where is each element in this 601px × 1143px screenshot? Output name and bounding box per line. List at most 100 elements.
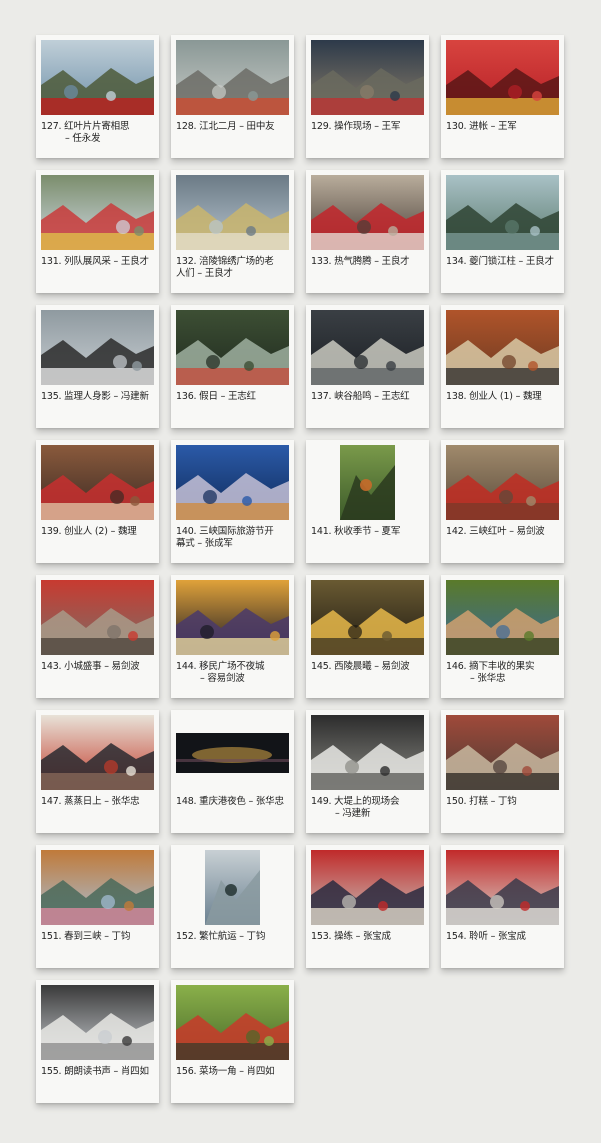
caption-line-1: 141. 秋收季节 – 夏军 (311, 526, 401, 537)
photo-icon (446, 310, 559, 385)
photo-caption: 139. 创业人 (2) – 魏理 (41, 526, 154, 538)
photo-thumbnail[interactable] (446, 310, 559, 385)
photo-thumbnail[interactable] (41, 40, 154, 115)
caption-line-2: 人们 – 王良才 (176, 268, 233, 279)
photo-thumbnail[interactable] (41, 715, 154, 790)
photo-card[interactable]: 149. 大堤上的现场会 – 冯建新 (306, 710, 429, 833)
photo-card[interactable]: 145. 西陵晨曦 – 易剑波 (306, 575, 429, 698)
photo-thumbnail[interactable] (176, 850, 289, 925)
photo-card[interactable]: 138. 创业人 (1) – 魏理 (441, 305, 564, 428)
caption-line-1: 150. 打糕 – 丁钧 (446, 796, 517, 807)
photo-card[interactable]: 150. 打糕 – 丁钧 (441, 710, 564, 833)
photo-card[interactable]: 141. 秋收季节 – 夏军 (306, 440, 429, 563)
photo-card[interactable]: 128. 江北二月 – 田中友 (171, 35, 294, 158)
photo-thumbnail[interactable] (176, 715, 289, 790)
photo-caption: 151. 春到三峡 – 丁钧 (41, 931, 154, 943)
photo-card[interactable]: 146. 摘下丰收的果实 – 张华忠 (441, 575, 564, 698)
caption-line-1: 137. 峡谷船鸣 – 王志红 (311, 391, 410, 402)
photo-thumbnail[interactable] (311, 445, 424, 520)
photo-caption: 150. 打糕 – 丁钧 (446, 796, 559, 808)
photo-thumbnail[interactable] (311, 850, 424, 925)
caption-line-2: 幕式 – 张成军 (176, 538, 233, 549)
photo-icon (41, 40, 154, 115)
photo-card[interactable]: 131. 列队展风采 – 王良才 (36, 170, 159, 293)
photo-card[interactable]: 137. 峡谷船鸣 – 王志红 (306, 305, 429, 428)
photo-icon (41, 445, 154, 520)
photo-caption: 137. 峡谷船鸣 – 王志红 (311, 391, 424, 403)
photo-icon (41, 715, 154, 790)
photo-thumbnail[interactable] (176, 985, 289, 1060)
photo-thumbnail[interactable] (176, 445, 289, 520)
photo-thumbnail[interactable] (446, 40, 559, 115)
photo-card[interactable]: 132. 涪陵锦绣广场的老 人们 – 王良才 (171, 170, 294, 293)
photo-icon (176, 175, 289, 250)
photo-caption: 135. 监理人身影 – 冯建新 (41, 391, 154, 403)
photo-thumbnail[interactable] (311, 310, 424, 385)
caption-line-1: 127. 红叶片片寄相思 (41, 121, 130, 132)
photo-card[interactable]: 127. 红叶片片寄相思 – 任永发 (36, 35, 159, 158)
photo-thumbnail[interactable] (176, 175, 289, 250)
photo-card[interactable]: 152. 繁忙航运 – 丁钧 (171, 845, 294, 968)
photo-thumbnail[interactable] (446, 580, 559, 655)
caption-line-1: 136. 假日 – 王志红 (176, 391, 256, 402)
photo-thumbnail[interactable] (41, 445, 154, 520)
photo-card[interactable]: 136. 假日 – 王志红 (171, 305, 294, 428)
photo-icon (311, 715, 424, 790)
photo-icon (446, 715, 559, 790)
photo-icon (41, 175, 154, 250)
photo-thumbnail[interactable] (446, 445, 559, 520)
photo-card[interactable]: 134. 夔门锁江柱 – 王良才 (441, 170, 564, 293)
caption-line-2: – 任永发 (65, 133, 101, 144)
photo-card[interactable]: 154. 聆听 – 张宝成 (441, 845, 564, 968)
photo-card[interactable]: 147. 蒸蒸日上 – 张华忠 (36, 710, 159, 833)
photo-icon (446, 580, 559, 655)
photo-card[interactable]: 143. 小城盛事 – 易剑波 (36, 575, 159, 698)
photo-card[interactable]: 135. 监理人身影 – 冯建新 (36, 305, 159, 428)
photo-card[interactable]: 139. 创业人 (2) – 魏理 (36, 440, 159, 563)
photo-caption: 127. 红叶片片寄相思 – 任永发 (41, 121, 154, 145)
photo-thumbnail[interactable] (41, 850, 154, 925)
photo-thumbnail[interactable] (41, 985, 154, 1060)
photo-icon (446, 40, 559, 115)
photo-card[interactable]: 142. 三峡红叶 – 易剑波 (441, 440, 564, 563)
photo-thumbnail[interactable] (41, 580, 154, 655)
caption-line-1: 135. 监理人身影 – 冯建新 (41, 391, 149, 402)
photo-card[interactable]: 156. 菜场一角 – 肖四如 (171, 980, 294, 1103)
photo-caption: 152. 繁忙航运 – 丁钧 (176, 931, 289, 943)
photo-icon (311, 850, 424, 925)
photo-icon (176, 985, 289, 1060)
photo-thumbnail[interactable] (176, 40, 289, 115)
photo-card[interactable]: 144. 移民广场不夜城 – 容易剑波 (171, 575, 294, 698)
photo-card[interactable]: 148. 重庆港夜色 – 张华忠 (171, 710, 294, 833)
photo-thumbnail[interactable] (311, 175, 424, 250)
photo-caption: 154. 聆听 – 张宝成 (446, 931, 559, 943)
photo-thumbnail[interactable] (311, 580, 424, 655)
photo-card[interactable]: 140. 三峡国际旅游节开 幕式 – 张成军 (171, 440, 294, 563)
photo-caption: 156. 菜场一角 – 肖四如 (176, 1066, 289, 1078)
caption-line-2: – 容易剑波 (200, 673, 245, 684)
photo-card[interactable]: 130. 进帐 – 王军 (441, 35, 564, 158)
photo-caption: 155. 朗朗读书声 – 肖四如 (41, 1066, 154, 1078)
photo-thumbnail[interactable] (446, 715, 559, 790)
photo-thumbnail[interactable] (41, 310, 154, 385)
photo-thumbnail[interactable] (41, 175, 154, 250)
caption-line-2: – 张华忠 (470, 673, 506, 684)
photo-card[interactable]: 129. 操作现场 – 王军 (306, 35, 429, 158)
photo-card[interactable]: 151. 春到三峡 – 丁钧 (36, 845, 159, 968)
photo-icon (176, 310, 289, 385)
caption-line-1: 151. 春到三峡 – 丁钧 (41, 931, 131, 942)
photo-icon (446, 175, 559, 250)
photo-icon (41, 985, 154, 1060)
photo-thumbnail[interactable] (311, 715, 424, 790)
photo-thumbnail[interactable] (311, 40, 424, 115)
photo-thumbnail[interactable] (446, 850, 559, 925)
caption-line-1: 131. 列队展风采 – 王良才 (41, 256, 149, 267)
photo-thumbnail[interactable] (176, 580, 289, 655)
photo-thumbnail[interactable] (176, 310, 289, 385)
photo-card[interactable]: 155. 朗朗读书声 – 肖四如 (36, 980, 159, 1103)
photo-thumbnail[interactable] (446, 175, 559, 250)
photo-card[interactable]: 133. 热气腾腾 – 王良才 (306, 170, 429, 293)
photo-card[interactable]: 153. 操练 – 张宝成 (306, 845, 429, 968)
photo-icon (41, 580, 154, 655)
caption-line-1: 129. 操作现场 – 王军 (311, 121, 401, 132)
